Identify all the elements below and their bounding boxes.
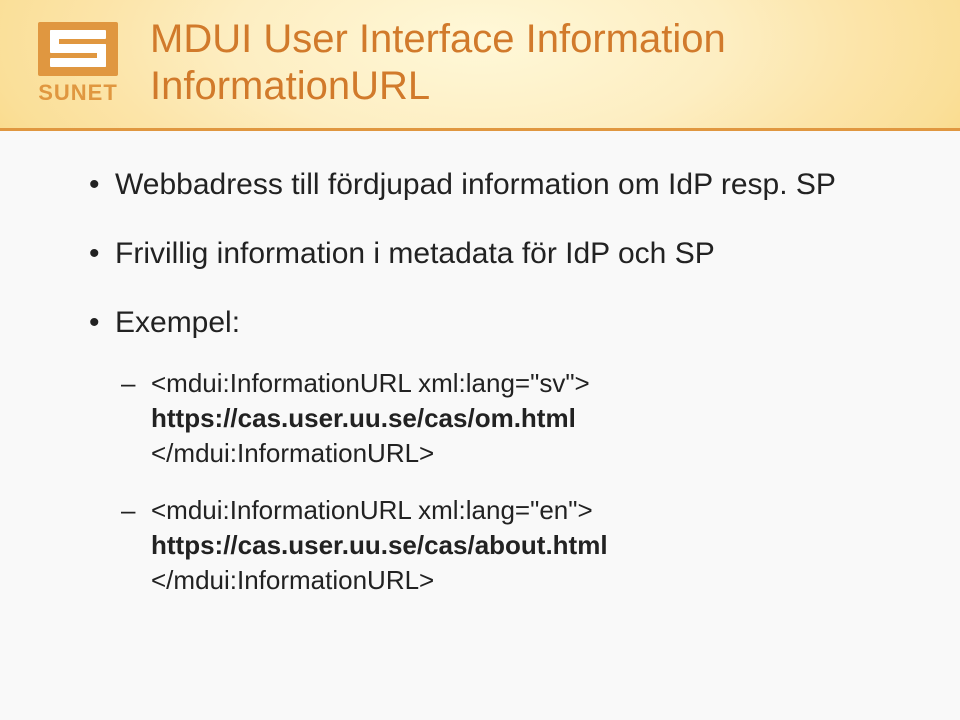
bullet-text: Frivillig information i metadata för IdP… (115, 237, 715, 270)
logo: SUNET (28, 22, 128, 106)
bullet-item: Webbadress till fördjupad information om… (85, 165, 900, 204)
xml-open-tag: <mdui:InformationURL xml:lang="sv"> (151, 368, 590, 398)
xml-close-tag: </mdui:InformationURL> (151, 565, 434, 595)
slide-title: MDUI User Interface Information Informat… (150, 16, 920, 110)
slide-body: Webbadress till fördjupad information om… (85, 165, 900, 629)
title-line-1: MDUI User Interface Information (150, 16, 920, 63)
title-line-2: InformationURL (150, 63, 920, 110)
xml-open-tag: <mdui:InformationURL xml:lang="en"> (151, 495, 593, 525)
bullet-item: Frivillig information i metadata för IdP… (85, 234, 900, 273)
example-url: https://cas.user.uu.se/cas/about.html (151, 530, 608, 560)
logo-text: SUNET (28, 80, 128, 106)
example-item: <mdui:InformationURL xml:lang="en"> http… (115, 493, 900, 598)
header-underline (0, 128, 960, 131)
xml-close-tag: </mdui:InformationURL> (151, 438, 434, 468)
bullet-text: Webbadress till fördjupad information om… (115, 168, 836, 201)
bullet-text: Exempel: (115, 306, 240, 339)
example-item: <mdui:InformationURL xml:lang="sv"> http… (115, 366, 900, 471)
bullet-item: Exempel: <mdui:InformationURL xml:lang="… (85, 303, 900, 599)
sunet-logo-icon (38, 22, 118, 76)
example-url: https://cas.user.uu.se/cas/om.html (151, 403, 576, 433)
